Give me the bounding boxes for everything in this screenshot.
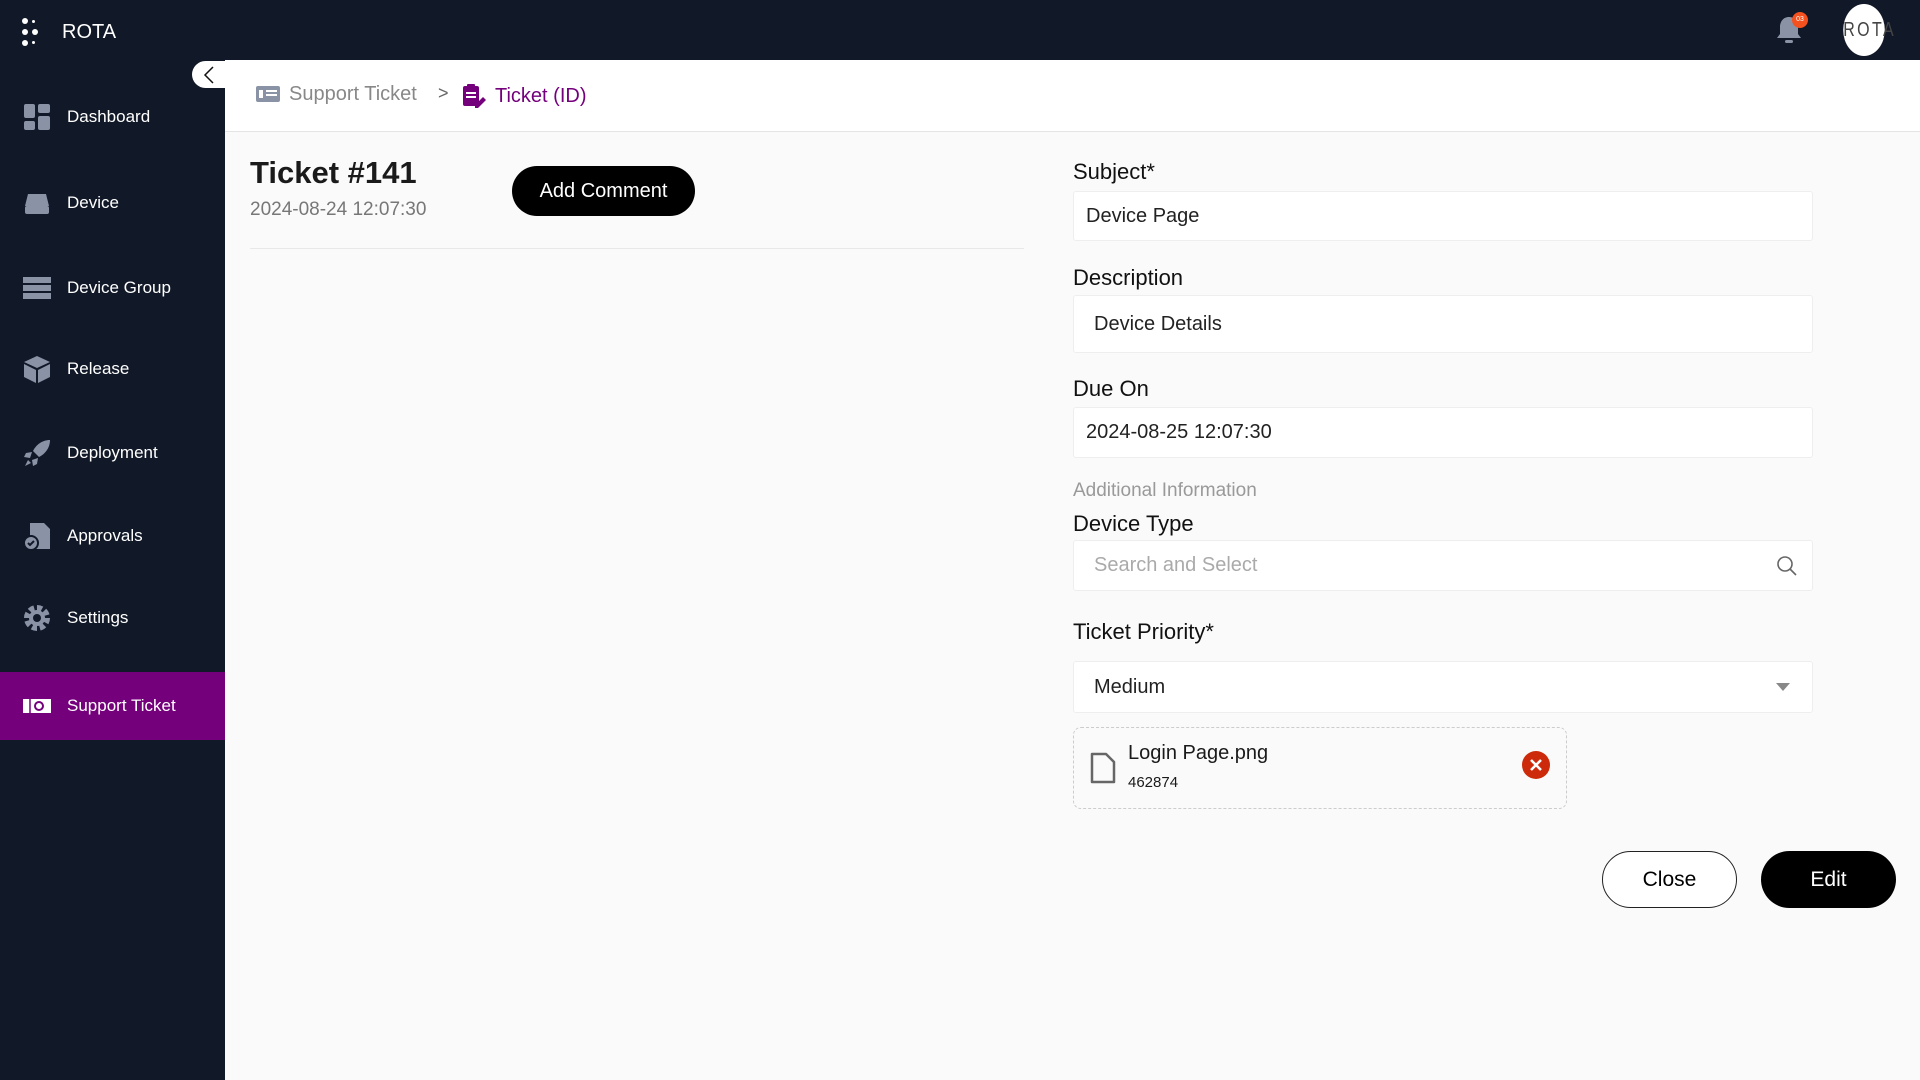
dashboard-icon bbox=[24, 104, 50, 130]
remove-attachment-icon[interactable] bbox=[1522, 751, 1550, 779]
subject-input[interactable]: Device Page bbox=[1073, 191, 1813, 241]
ticket-title: Ticket #141 bbox=[250, 155, 417, 190]
description-textarea[interactable]: Device Details bbox=[1073, 295, 1813, 353]
avatar[interactable]: ROTA bbox=[1843, 4, 1894, 56]
gear-icon bbox=[24, 605, 50, 631]
sidebar-item-label: Support Ticket bbox=[67, 696, 176, 715]
breadcrumb: Support Ticket > Ticket (ID) bbox=[225, 60, 1920, 132]
clipboard-edit-icon bbox=[463, 84, 486, 108]
additional-information-heading: Additional Information bbox=[1073, 480, 1257, 501]
chevron-left-icon bbox=[203, 65, 214, 84]
close-button[interactable]: Close bbox=[1602, 851, 1737, 908]
due-on-label: Due On bbox=[1073, 376, 1149, 401]
ticket-icon bbox=[23, 699, 51, 713]
server-icon bbox=[23, 277, 51, 299]
sidebar-item-label: Settings bbox=[67, 608, 129, 627]
sidebar-item-dashboard[interactable]: Dashboard bbox=[0, 83, 225, 151]
file-icon bbox=[1090, 752, 1116, 784]
sidebar-item-label: Release bbox=[67, 359, 130, 378]
sidebar-item-label: Approvals bbox=[67, 526, 143, 545]
ticket-priority-select[interactable]: Medium bbox=[1073, 661, 1813, 713]
caret-down-icon bbox=[1776, 683, 1790, 691]
sidebar-item-support-ticket[interactable]: Support Ticket bbox=[0, 672, 225, 740]
sidebar-item-label: Device bbox=[67, 193, 119, 212]
support-ticket-icon bbox=[256, 85, 280, 102]
sidebar: Dashboard Device Device Group Release De… bbox=[0, 60, 225, 1080]
sidebar-item-approvals[interactable]: Approvals bbox=[0, 502, 225, 570]
attachment-item: Login Page.png 462874 bbox=[1073, 727, 1567, 809]
app-title: ROTA bbox=[62, 21, 117, 43]
subject-label: Subject* bbox=[1073, 159, 1155, 184]
breadcrumb-support-ticket[interactable]: Support Ticket bbox=[255, 83, 417, 106]
approval-document-icon bbox=[23, 523, 50, 551]
sidebar-item-settings[interactable]: Settings bbox=[0, 584, 225, 652]
device-icon bbox=[25, 194, 49, 214]
sidebar-item-label: Deployment bbox=[67, 443, 158, 462]
search-icon bbox=[1777, 555, 1797, 576]
sidebar-item-deployment[interactable]: Deployment bbox=[0, 419, 225, 487]
sidebar-item-label: Device Group bbox=[67, 278, 171, 297]
edit-button[interactable]: Edit bbox=[1761, 851, 1896, 908]
description-label: Description bbox=[1073, 265, 1184, 290]
attachment-size: 462874 bbox=[1128, 774, 1179, 791]
divider bbox=[250, 248, 1024, 249]
rocket-icon bbox=[24, 440, 50, 466]
breadcrumb-ticket-id: Ticket (ID) bbox=[461, 83, 586, 109]
sidebar-item-device[interactable]: Device bbox=[0, 169, 225, 237]
due-on-input[interactable]: 2024-08-25 12:07:30 bbox=[1073, 407, 1813, 458]
sidebar-item-device-group[interactable]: Device Group bbox=[0, 254, 225, 322]
ticket-priority-label: Ticket Priority* bbox=[1073, 619, 1214, 644]
top-bar: ROTA 03 ROTA bbox=[0, 0, 1920, 60]
add-comment-button[interactable]: Add Comment bbox=[512, 166, 695, 216]
collapse-sidebar-button[interactable] bbox=[192, 61, 226, 88]
device-type-search-input[interactable]: Search and Select bbox=[1073, 540, 1813, 591]
apps-menu-icon[interactable] bbox=[22, 18, 42, 48]
ticket-created-date: 2024-08-24 12:07:30 bbox=[250, 199, 427, 220]
device-type-label: Device Type bbox=[1073, 511, 1194, 536]
sidebar-item-label: Dashboard bbox=[67, 107, 151, 126]
breadcrumb-separator: > bbox=[438, 83, 449, 103]
box-icon bbox=[24, 356, 50, 383]
sidebar-item-release[interactable]: Release bbox=[0, 335, 225, 403]
notification-badge: 03 bbox=[1792, 12, 1808, 28]
attachment-name: Login Page.png bbox=[1128, 742, 1269, 764]
